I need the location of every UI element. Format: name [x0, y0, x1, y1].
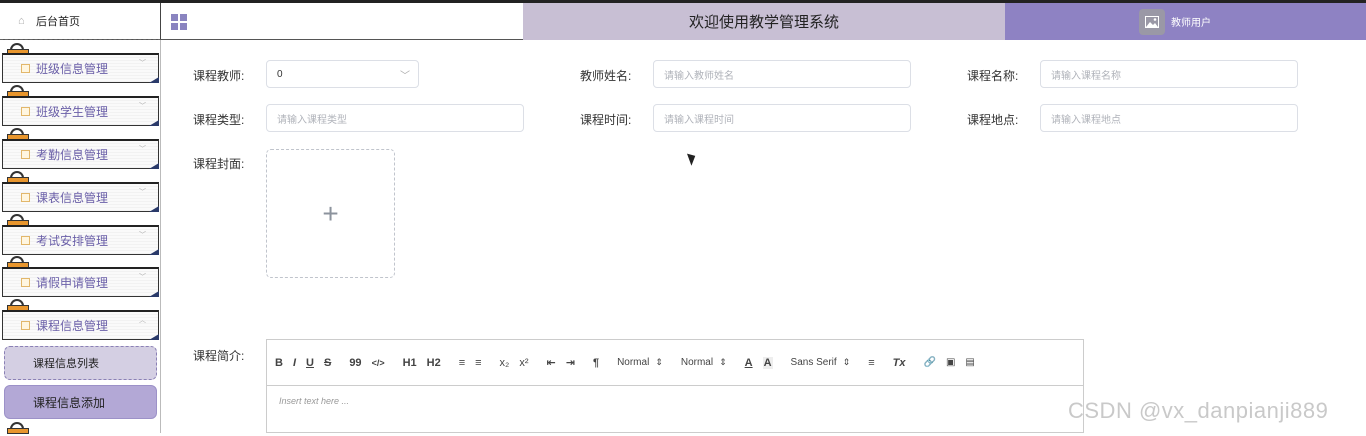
font-select[interactable]: Sans Serif [791, 357, 837, 368]
home-icon: ⌂ [18, 15, 25, 27]
h1-button[interactable]: H1 [403, 357, 417, 369]
sidebar-subitem-course-list[interactable]: 课程信息列表 [4, 346, 157, 380]
cover-upload-button[interactable]: + [266, 149, 395, 278]
course-name-label: 课程名称: [967, 69, 1019, 83]
sidebar-item-label: 班级信息管理 [36, 62, 109, 76]
sidebar-item-label: 课表信息管理 [36, 191, 109, 205]
teacher-name-input[interactable]: 请输入教师姓名 [653, 60, 911, 88]
chevron-updown-icon: ⇕ [655, 357, 663, 367]
sidebar-item-label: 课程信息管理 [36, 319, 109, 333]
course-time-input[interactable]: 请输入课程时间 [653, 104, 911, 132]
subscript-button[interactable]: x₂ [500, 357, 510, 369]
course-type-input[interactable]: 请输入课程类型 [266, 104, 524, 132]
watermark: CSDN @vx_danpianji889 [1068, 398, 1329, 423]
course-type-label: 课程类型: [193, 113, 245, 127]
superscript-button[interactable]: x² [519, 357, 528, 369]
sidebar-item-exams[interactable]: 考试安排管理 ﹀ [2, 225, 159, 255]
rich-text-editor: B I U S 99 </> H1 H2 ≡ ≡ x₂ x² ⇤ ⇥ ¶ Nor… [266, 339, 1084, 433]
main-content: 课程教师: 0 ﹀ 教师姓名: 请输入教师姓名 课程名称: 请输入课程名称 课程… [161, 40, 1366, 433]
avatar[interactable] [1139, 8, 1165, 35]
folder-icon [21, 278, 30, 287]
sidebar-item-label: 考勤信息管理 [36, 148, 109, 162]
chevron-down-icon: ﹀ [139, 103, 146, 110]
chevron-up-icon: ︿ [139, 317, 146, 324]
chevron-updown-icon: ⇕ [719, 357, 727, 367]
direction-button[interactable]: ¶ [593, 357, 599, 369]
sidebar: 班级信息管理 ﹀ 班级学生管理 ﹀ 考勤信息管理 ﹀ 课表信息管理 ﹀ 考试安排… [0, 40, 161, 436]
menu-toggle-button[interactable] [161, 3, 523, 40]
teacher-select[interactable]: 0 ﹀ [266, 60, 419, 88]
clean-format-button[interactable]: Tx [893, 357, 906, 369]
image-icon [1145, 15, 1159, 28]
course-name-input[interactable]: 请输入课程名称 [1040, 60, 1298, 88]
home-link[interactable]: ⌂ 后台首页 [0, 3, 161, 40]
chevron-updown-icon: ⇕ [842, 357, 851, 367]
sidebar-item-timetable[interactable]: 课表信息管理 ﹀ [2, 182, 159, 212]
intro-label: 课程简介: [193, 349, 245, 363]
outdent-button[interactable]: ⇤ [547, 356, 556, 369]
course-place-input[interactable]: 请输入课程地点 [1040, 104, 1298, 132]
chevron-down-icon: ﹀ [400, 71, 410, 82]
top-bar: ⌂ 后台首页 欢迎使用教学管理系统 教师用户 [0, 0, 1366, 40]
user-name: 教师用户 [1171, 18, 1211, 29]
grid-icon [171, 13, 187, 30]
bullet-list-button[interactable]: ≡ [475, 357, 481, 369]
sidebar-item-label: 请假申请管理 [36, 276, 109, 290]
folder-icon [21, 193, 30, 202]
sidebar-item-leave[interactable]: 请假申请管理 ﹀ [2, 267, 159, 297]
italic-button[interactable]: I [293, 357, 296, 369]
code-button[interactable]: </> [372, 358, 385, 368]
chevron-down-icon: ﹀ [139, 189, 146, 196]
teacher-select-value: 0 [277, 68, 283, 80]
plus-icon: + [322, 197, 339, 229]
strike-button[interactable]: S [324, 357, 331, 369]
underline-button[interactable]: U [306, 357, 314, 369]
chevron-down-icon: ﹀ [139, 232, 146, 239]
video-icon[interactable]: ▤ [965, 357, 974, 368]
cover-label: 课程封面: [193, 157, 245, 171]
chevron-down-icon: ﹀ [139, 60, 146, 67]
sidebar-item-label: 考试安排管理 [36, 234, 109, 248]
editor-body[interactable]: Insert text here ... [267, 386, 1083, 416]
folder-icon [21, 107, 30, 116]
chevron-down-icon: ﹀ [139, 274, 146, 281]
teacher-name-label: 教师姓名: [580, 69, 632, 83]
sidebar-item-label: 班级学生管理 [36, 105, 109, 119]
home-label: 后台首页 [36, 16, 80, 28]
course-time-label: 课程时间: [580, 113, 632, 127]
sidebar-item-courses[interactable]: 课程信息管理 ︿ [2, 310, 159, 340]
sidebar-item-class-students[interactable]: 班级学生管理 ﹀ [2, 96, 159, 126]
sidebar-subitem-course-add[interactable]: 课程信息添加 [4, 385, 157, 419]
blockquote-button[interactable]: 99 [349, 357, 361, 369]
binder-clip-icon [7, 422, 29, 436]
folder-icon [21, 236, 30, 245]
image-icon[interactable]: ▣ [946, 357, 955, 368]
header-select[interactable]: Normal [681, 357, 713, 368]
ordered-list-button[interactable]: ≡ [459, 357, 465, 369]
background-color-button[interactable]: A [762, 356, 773, 369]
chevron-down-icon: ﹀ [139, 146, 146, 153]
mouse-cursor-icon [686, 151, 699, 166]
folder-icon [21, 321, 30, 330]
link-icon[interactable]: 🔗 [923, 357, 935, 368]
sidebar-item-class-info[interactable]: 班级信息管理 ﹀ [2, 53, 159, 83]
h2-button[interactable]: H2 [427, 357, 441, 369]
editor-toolbar: B I U S 99 </> H1 H2 ≡ ≡ x₂ x² ⇤ ⇥ ¶ Nor… [267, 340, 1083, 386]
folder-icon [21, 150, 30, 159]
size-select[interactable]: Normal [617, 357, 649, 368]
indent-button[interactable]: ⇥ [566, 356, 575, 369]
align-button[interactable]: ≡ [868, 357, 874, 369]
system-title: 欢迎使用教学管理系统 [523, 3, 1005, 40]
text-color-button[interactable]: A [745, 357, 753, 369]
user-area[interactable]: 教师用户 [1005, 3, 1366, 40]
sidebar-item-attendance[interactable]: 考勤信息管理 ﹀ [2, 139, 159, 169]
folder-icon [21, 64, 30, 73]
bold-button[interactable]: B [275, 357, 283, 369]
course-place-label: 课程地点: [967, 113, 1019, 127]
teacher-label: 课程教师: [193, 69, 245, 83]
